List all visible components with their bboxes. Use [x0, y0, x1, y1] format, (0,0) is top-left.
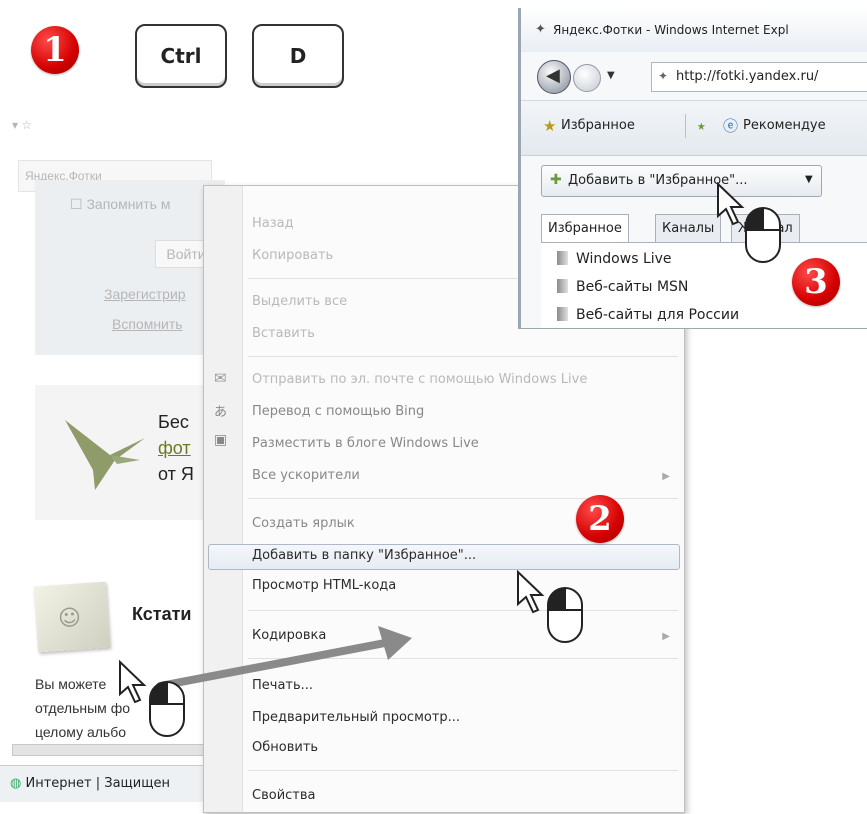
ie-titlebar: ✦ Яндекс.Фотки - Windows Internet Expl — [521, 8, 867, 52]
mouse-pointer-icon — [717, 182, 745, 226]
body-line-1: Вы можете — [35, 676, 107, 692]
menu-item-paste[interactable]: Вставить — [252, 326, 315, 341]
chevron-down-icon: ▼ — [805, 174, 813, 185]
translate-icon: あ — [214, 405, 228, 420]
history-dropdown-icon[interactable]: ▼ — [607, 70, 615, 81]
status-bar: ◍ Интернет | Защищен — [0, 765, 210, 802]
remember-checkbox[interactable]: ☐ Запомнить м — [70, 196, 170, 213]
address-bar[interactable]: ✦ http://fotki.yandex.ru/ — [651, 62, 867, 92]
list-item[interactable]: Веб-сайты для России — [557, 307, 739, 323]
folder-icon — [557, 251, 568, 265]
favorites-bar: ★ Избранное ⭑ ⓔ Рекомендуе — [521, 100, 867, 156]
faded-nav: ▾ ☆ — [12, 118, 33, 132]
d-key: D — [252, 24, 344, 88]
ie-page-icon: ✦ — [535, 22, 546, 37]
add-to-favorites-button[interactable]: ✚ Добавить в "Избранное"... — [541, 165, 801, 197]
promo-link[interactable]: фот — [158, 438, 191, 459]
menu-item-translate[interactable]: Перевод с помощью Bing — [252, 404, 424, 419]
promo-line-3: от Я — [158, 464, 194, 484]
folder-icon — [557, 279, 568, 293]
status-text: Интернет | Защищен — [25, 776, 170, 791]
menu-separator — [248, 770, 678, 771]
menu-item-blog[interactable]: Разместить в блоге Windows Live — [252, 436, 479, 451]
horizontal-scrollbar[interactable] — [12, 744, 204, 756]
ctrl-key: Ctrl — [135, 24, 227, 88]
mouse-pointer-icon — [119, 660, 147, 704]
menu-item-create-shortcut[interactable]: Создать ярлык — [252, 516, 355, 531]
forgot-link[interactable]: Вспомнить — [112, 316, 183, 332]
ie-logo-icon: ⓔ — [723, 117, 739, 135]
list-item-label: Веб-сайты MSN — [576, 279, 689, 295]
menu-item-refresh[interactable]: Обновить — [252, 740, 318, 755]
menu-item-accelerators[interactable]: Все ускорители — [252, 468, 360, 483]
menu-item-print-preview[interactable]: Предварительный просмотр... — [252, 710, 460, 725]
mail-icon: ✉ — [214, 369, 227, 387]
favorites-star-icon: ★ — [543, 117, 557, 135]
register-link[interactable]: Зарегистрир — [104, 286, 186, 302]
step-badge-1: 1 — [31, 26, 79, 74]
remember-label: Запомнить м — [86, 196, 171, 212]
blog-icon: ▣ — [214, 432, 228, 448]
list-item[interactable]: Windows Live — [557, 251, 672, 267]
back-arrow-icon: ◀ — [546, 65, 560, 86]
step-badge-3: 3 — [792, 258, 840, 306]
globe-icon: ◍ — [10, 776, 22, 791]
list-item[interactable]: Веб-сайты MSN — [557, 279, 688, 295]
menu-gutter — [204, 186, 243, 812]
menu-item-copy[interactable]: Копировать — [252, 248, 333, 263]
menu-separator — [248, 610, 678, 611]
menu-item-send-email[interactable]: Отправить по эл. почте с помощью Windows… — [252, 372, 587, 387]
promo-line-1: Бес — [158, 412, 189, 432]
body-line-2: отдельным фо — [35, 700, 130, 716]
mouse-icon — [547, 587, 583, 643]
menu-item-view-source[interactable]: Просмотр HTML-кода — [252, 578, 396, 593]
list-item-label: Windows Live — [576, 251, 672, 267]
tab-favorites[interactable]: Избранное — [541, 214, 629, 243]
menu-separator — [248, 356, 678, 357]
hummingbird-icon — [65, 420, 145, 490]
mouse-pointer-icon — [517, 570, 545, 614]
back-button[interactable]: ◀ — [537, 60, 571, 94]
favorites-button[interactable]: Избранное — [561, 118, 635, 133]
menu-item-select-all[interactable]: Выделить все — [252, 294, 347, 309]
site-icon: ✦ — [658, 69, 669, 83]
recommended-sites-link[interactable]: Рекомендуе — [743, 118, 826, 133]
mouse-icon — [745, 207, 781, 263]
smiley-note-icon: ☺ — [33, 581, 111, 653]
add-favorites-dropdown[interactable]: ▼ — [799, 165, 822, 197]
submenu-arrow-icon: ▶ — [662, 631, 670, 642]
folder-icon — [557, 307, 568, 321]
menu-item-add-favorites[interactable]: Добавить в папку "Избранное"... — [252, 548, 476, 563]
body-line-3: целому альбо — [35, 724, 127, 740]
ie-title: Яндекс.Фотки - Windows Internet Expl — [553, 23, 789, 37]
address-text: http://fotki.yandex.ru/ — [676, 69, 819, 84]
submenu-arrow-icon: ▶ — [662, 471, 670, 482]
list-item-label: Веб-сайты для России — [576, 307, 740, 323]
divider — [685, 114, 686, 138]
direction-arrow-icon — [156, 626, 412, 690]
add-to-favorites-bar-icon[interactable]: ⭑ — [697, 116, 706, 136]
mouse-icon — [149, 681, 185, 737]
step-badge-2: 2 — [576, 495, 624, 543]
add-favorite-icon: ✚ — [550, 172, 562, 188]
menu-item-properties[interactable]: Свойства — [252, 788, 316, 803]
forward-button[interactable] — [573, 64, 601, 92]
tab-feeds[interactable]: Каналы — [655, 214, 722, 243]
menu-item-back[interactable]: Назад — [252, 216, 294, 231]
